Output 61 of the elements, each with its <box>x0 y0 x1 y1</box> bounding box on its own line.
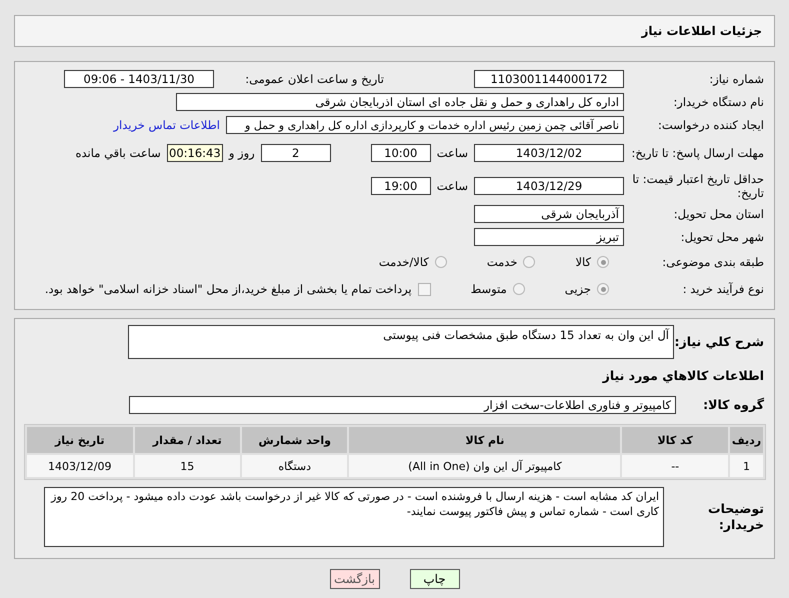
table-cell: -- <box>622 455 728 477</box>
field-label: طبقه بندی موضوعی: <box>661 254 764 270</box>
goods-group-field: کامپیوتر و فناوری اطلاعات-سخت افزار <box>129 396 676 414</box>
checkbox[interactable] <box>418 282 431 296</box>
field-label: حداقل تاریخ اعتبار قیمت: تا تاریخ: <box>631 172 764 200</box>
table-cell: 15 <box>134 455 240 477</box>
field-label: ایجاد کننده درخواست: <box>657 118 764 132</box>
field-label: استان محل تحویل: <box>672 206 764 222</box>
table-cell: کامپیوتر آل این وان (All in One) <box>349 455 620 477</box>
city-field: تبریز <box>474 228 624 246</box>
field-label: تاریخ و ساعت اعلان عمومی: <box>244 72 385 86</box>
buyer-contact-link[interactable]: اطلاعات تماس خریدار <box>113 118 220 132</box>
validity-time-field: 19:00 <box>370 177 431 195</box>
days-field: 2 <box>260 144 331 162</box>
days-label: روز و <box>228 146 255 160</box>
field-label: شماره نیاز: <box>708 72 764 86</box>
description-field: آل این وان به تعداد 15 دستگاه طبق مشخصات فنی پیوستی <box>128 325 674 359</box>
column-header: کد کالا <box>622 427 728 453</box>
field-label: شرح کلي نیاز: <box>674 334 765 350</box>
radio-button[interactable] <box>434 256 447 268</box>
remaining-time-field: 00:16:43 <box>166 144 223 162</box>
deadline-time-field: 10:00 <box>370 144 431 162</box>
page-title: جزئیات اطلاعات نیاز <box>641 24 762 38</box>
radio-label: خدمت <box>486 255 518 269</box>
radio-label: کالا <box>575 255 591 269</box>
time-label: ساعت <box>436 146 468 160</box>
column-header: نام کالا <box>349 427 620 453</box>
time-label: ساعت <box>436 179 468 193</box>
section-heading: اطلاعات کالاهاي مورد نیاز <box>601 368 765 384</box>
table-cell: دستگاه <box>242 455 348 477</box>
radio-button[interactable] <box>523 256 536 268</box>
column-header: تعداد / مقدار <box>134 427 240 453</box>
need-number-field: 1103001144000172 <box>474 70 624 88</box>
creator-field: ناصر آقائی چمن زمین رئیس اداره خدمات و کارپردازی اداره کل راهداری و حمل و <box>226 116 624 134</box>
column-header: واحد شمارش <box>242 427 348 453</box>
field-label: توضیحات خریدار: <box>707 501 765 533</box>
checkbox-label: پرداخت تمام یا بخشی از مبلغ خرید،از محل "اسناد خزانه اسلامی" خواهد بود. <box>44 282 412 296</box>
table-cell: 1403/12/09 <box>27 455 132 477</box>
remaining-label: ساعت باقي مانده <box>76 146 161 160</box>
radio-button[interactable] <box>597 256 609 268</box>
buyer-notes-field: ایران کد مشابه است - هزینه ارسال با فروشنده است - در صورتی که کالا غیر از درخواست باشد عودت داده میشود - پرداخت 20 روز کاری است - شماره تماس و پیش فاکتور پیوست نمایند- <box>44 487 664 547</box>
field-label: گروه کالا: <box>702 397 765 413</box>
table-cell: 1 <box>730 455 763 477</box>
field-label: مهلت ارسال پاسخ: تا تاریخ: <box>630 146 764 160</box>
radio-label: متوسط <box>470 282 507 296</box>
radio-button[interactable] <box>512 283 525 295</box>
radio-label: کالا/خدمت <box>378 255 429 269</box>
field-label: شهر محل تحویل: <box>680 230 764 244</box>
radio-button[interactable] <box>597 283 609 295</box>
field-label: نوع فرآیند خرید : <box>682 282 764 296</box>
back-button[interactable]: بازگشت <box>330 569 380 589</box>
announce-date-field: 1403/11/30 - 09:06 <box>64 70 214 88</box>
province-field: آذربایجان شرقی <box>474 205 624 223</box>
column-header: تاریخ نیاز <box>27 427 132 453</box>
column-header: ردیف <box>730 427 763 453</box>
buyer-field: اداره کل راهداری و حمل و نقل جاده ای استان اذربایجان شرقی <box>176 93 624 111</box>
field-label: نام دستگاه خریدار: <box>672 94 764 110</box>
deadline-date-field: 1403/12/02 <box>474 144 624 162</box>
print-button[interactable]: چاپ <box>410 569 460 589</box>
radio-label: جزیی <box>564 282 591 296</box>
validity-date-field: 1403/12/29 <box>474 177 624 195</box>
